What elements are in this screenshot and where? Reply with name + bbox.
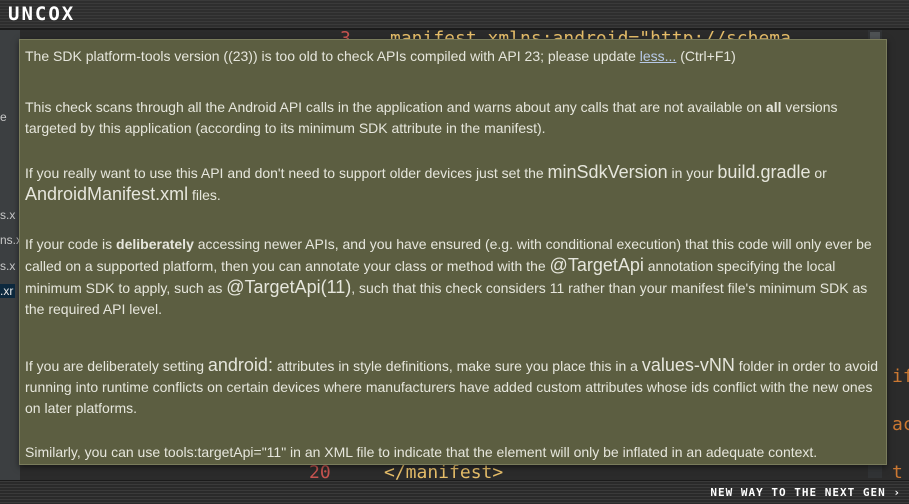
shortcut-hint: (Ctrl+F1) (676, 48, 736, 64)
tooltip-paragraph: If your code is deliberately accessing n… (25, 234, 883, 320)
less-link[interactable]: less... (640, 48, 677, 64)
bottom-banner: NEW WAY TO THE NEXT GEN › (0, 480, 909, 504)
text: attributes in style definitions, make su… (272, 358, 642, 374)
project-file-item[interactable]: s.x (0, 208, 15, 222)
code-term: minSdkVersion (547, 162, 668, 182)
top-banner: UNCOX (0, 0, 909, 30)
tooltip-paragraph: If you are deliberately setting android:… (25, 355, 883, 419)
ide-window: UNCOX e s.x ns.x s.x .xr 3 manifest xmln… (0, 0, 909, 504)
project-panel (0, 30, 20, 480)
code-term: @TargetApi (549, 255, 644, 275)
project-file-item[interactable]: s.x (0, 259, 15, 273)
tooltip-paragraph: This check scans through all the Android… (25, 97, 880, 139)
text: This check scans through all the Android… (25, 99, 766, 115)
text: If you are deliberately setting (25, 358, 208, 374)
text: in your (667, 165, 718, 181)
code-fragment: if (892, 366, 909, 387)
text: or (810, 165, 827, 181)
emphasis: all (765, 99, 782, 115)
tooltip-paragraph: Similarly, you can use tools:targetApi="… (25, 444, 818, 460)
code-term: build.gradle (717, 162, 811, 182)
code-term: android: (207, 355, 273, 375)
project-file-item-selected[interactable]: .xr (0, 284, 16, 298)
summary-text: The SDK platform-tools version ((23)) is… (25, 48, 640, 64)
text: If your code is (25, 236, 117, 252)
text: If you really want to use this API and d… (25, 165, 548, 181)
code-term: @TargetApi(11) (226, 277, 352, 297)
tooltip-summary: The SDK platform-tools version ((23)) is… (25, 46, 736, 67)
uncox-logo: UNCOX (8, 3, 76, 25)
tooltip-paragraph: If you really want to use this API and d… (25, 162, 885, 206)
project-file-item[interactable]: e (0, 110, 7, 124)
code-term: AndroidManifest.xml (25, 184, 189, 204)
lint-tooltip: The SDK platform-tools version ((23)) is… (19, 39, 887, 465)
code-term: values-vNN (641, 355, 735, 375)
code-fragment: ac (892, 414, 909, 435)
tagline: NEW WAY TO THE NEXT GEN › (710, 486, 901, 499)
emphasis: deliberately (116, 236, 194, 252)
text: files. (188, 187, 221, 203)
